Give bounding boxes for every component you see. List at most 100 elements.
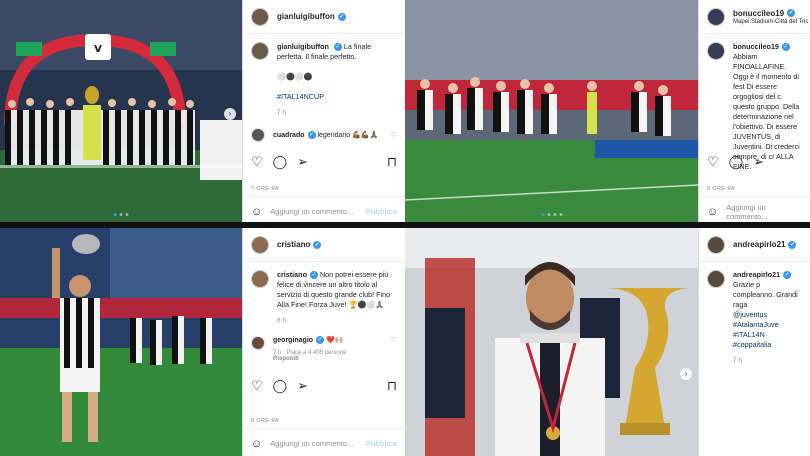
avatar[interactable]: [251, 336, 265, 350]
avatar[interactable]: [251, 235, 269, 254]
username-link[interactable]: andreapirlo21 ✓: [733, 240, 797, 249]
comment-icon[interactable]: ◯: [273, 154, 288, 170]
caption-username[interactable]: bonuccileo19: [733, 42, 779, 51]
post-comments: andreapirlo21 ✓ Grazie p compleanno. Gran…: [699, 262, 810, 366]
caption-username[interactable]: cristiano: [277, 270, 307, 279]
publish-button[interactable]: Pubblica: [366, 439, 397, 448]
like-icon[interactable]: ♡: [251, 154, 263, 170]
comment-icon[interactable]: ◯: [729, 154, 744, 170]
save-icon[interactable]: ⊓: [387, 154, 397, 170]
celebration-illustration: V: [0, 0, 242, 222]
comment-input[interactable]: Aggiungi un commento...: [270, 439, 353, 448]
caption-tags[interactable]: @juventus #AtalantaJuve #ITAL14N #coppai…: [733, 310, 779, 349]
post-header: bonuccileo19 ✓ Mapei Stadium-Città del Tr…: [699, 0, 810, 34]
post-comments: bonuccileo19 ✓ Abbiam FINOALLAFINE. Oggi …: [699, 34, 810, 172]
carousel-dots: [541, 213, 562, 216]
avatar[interactable]: [707, 42, 725, 60]
comment-input[interactable]: Aggiungi un commento...: [270, 207, 353, 216]
comment-row: cuadrado ✓ legendario 💪🏾💪🏾🙏🏾 ♡: [251, 128, 397, 142]
carousel-dots: [113, 213, 129, 216]
verified-icon: ✓: [307, 131, 316, 140]
emoji-icon[interactable]: ☺: [707, 206, 718, 218]
comment-input[interactable]: Aggiungi un commento...: [726, 203, 802, 221]
verified-icon: ✓: [788, 240, 797, 249]
svg-text:V: V: [94, 44, 102, 55]
comment-like-icon[interactable]: ♡: [391, 131, 397, 139]
action-bar: ♡ ◯ ➢: [707, 154, 802, 170]
caption-text: andreapirlo21 ✓ Grazie p compleanno. Gran…: [733, 270, 802, 366]
avatar[interactable]: [251, 42, 269, 60]
post-age: 8 ORE FA: [251, 418, 279, 424]
caption: bonuccileo19 ✓ Abbiam FINOALLAFINE. Oggi …: [707, 42, 802, 172]
verified-icon: ✓: [337, 12, 346, 21]
post-panel-buffon: gianluigibuffon ✓ gianluigibuffon ✓ La fi…: [242, 0, 405, 222]
hashtag-link[interactable]: #ITAL14NCUP: [277, 92, 324, 101]
caption-emoji: ⚪⚫⚪⚫: [277, 72, 313, 81]
add-comment-bar: ☺ Aggiungi un commento... Pubblica: [243, 196, 405, 222]
avatar[interactable]: [251, 270, 269, 288]
comment-row: georginagio ✓ ❤️🙌🏼 7 h Piace a 4.405 pers…: [251, 336, 397, 362]
reply-button[interactable]: Rispondi: [273, 356, 299, 362]
share-icon[interactable]: ➢: [297, 378, 308, 394]
post-header: andreapirlo21 ✓: [699, 228, 810, 262]
post-panel-pirlo: andreapirlo21 ✓ andreapirlo21 ✓ Grazie p c…: [698, 228, 810, 456]
photo-team-celebration[interactable]: V ›: [0, 0, 242, 222]
username-link[interactable]: cristiano ✓: [277, 240, 322, 249]
pirlo-illustration: [405, 228, 698, 456]
photo-ronaldo-trophy[interactable]: [0, 228, 242, 456]
comment-text: legendario 💪🏾💪🏾🙏🏾: [317, 131, 379, 139]
caption-time: 7 h: [277, 109, 287, 116]
running-illustration: [405, 0, 698, 222]
comment-username[interactable]: georginagio: [273, 337, 313, 344]
photo-pirlo-trophy[interactable]: ›: [405, 228, 698, 456]
avatar[interactable]: [251, 7, 269, 26]
caption-text: bonuccileo19 ✓ Abbiam FINOALLAFINE. Oggi …: [733, 42, 802, 172]
action-bar: ♡ ◯ ➢ ⊓: [251, 378, 397, 394]
post-panel-bonucci: bonuccileo19 ✓ Mapei Stadium-Città del Tr…: [698, 0, 810, 222]
verified-icon: ✓: [783, 271, 792, 280]
comment-like-icon[interactable]: ♡: [391, 336, 397, 344]
verified-icon: ✓: [309, 271, 318, 280]
post-header: cristiano ✓: [243, 228, 405, 262]
avatar[interactable]: [707, 7, 725, 26]
post-age: 7 ORE FA: [251, 186, 279, 192]
share-icon[interactable]: ➢: [753, 154, 764, 170]
next-image-arrow[interactable]: ›: [680, 368, 692, 380]
caption-text: gianluigibuffon ✓ La finale perfetta. Il…: [277, 42, 397, 118]
avatar[interactable]: [707, 235, 725, 254]
photo-team-running[interactable]: [405, 0, 698, 222]
verified-icon: ✓: [787, 9, 796, 18]
caption: cristiano ✓ Non potrei essere più felice …: [251, 270, 397, 326]
add-comment-bar: ☺ Aggiungi un commento...: [699, 196, 810, 222]
comment-username[interactable]: cuadrado: [273, 132, 305, 139]
next-image-arrow[interactable]: ›: [224, 108, 236, 120]
avatar[interactable]: [707, 270, 725, 288]
like-icon[interactable]: ♡: [251, 378, 263, 394]
caption-text: cristiano ✓ Non potrei essere più felice …: [277, 270, 397, 326]
like-icon[interactable]: ♡: [707, 154, 719, 170]
comment-icon[interactable]: ◯: [273, 378, 288, 394]
post-comments: gianluigibuffon ✓ La finale perfetta. Il…: [243, 34, 405, 142]
save-icon[interactable]: ⊓: [387, 378, 397, 394]
post-header: gianluigibuffon ✓: [243, 0, 405, 34]
share-icon[interactable]: ➢: [297, 154, 308, 170]
emoji-icon[interactable]: ☺: [251, 206, 262, 218]
post-comments: cristiano ✓ Non potrei essere più felice …: [243, 262, 405, 362]
username-link[interactable]: gianluigibuffon ✓: [277, 12, 346, 21]
verified-icon: ✓: [781, 43, 790, 52]
post-age: 8 ORE FA: [707, 186, 735, 192]
comment-text: ❤️🙌🏼: [326, 337, 344, 344]
username-link[interactable]: bonuccileo19 ✓ Mapei Stadium-Città del Tr…: [733, 9, 808, 25]
collage: V › gianluigibuffon ✓ gianluigibuffon ✓ …: [0, 0, 810, 456]
avatar[interactable]: [251, 128, 265, 142]
caption-username[interactable]: gianluigibuffon: [277, 42, 329, 51]
caption: andreapirlo21 ✓ Grazie p compleanno. Gran…: [707, 270, 802, 366]
add-comment-bar: ☺ Aggiungi un commento... Pubblica: [243, 428, 405, 456]
location-link[interactable]: Mapei Stadium-Città del Tric: [733, 19, 808, 25]
ronaldo-illustration: [0, 228, 242, 456]
publish-button[interactable]: Pubblica: [366, 207, 397, 216]
verified-icon: ✓: [333, 43, 342, 52]
caption-username[interactable]: andreapirlo21: [733, 270, 780, 279]
caption-time: 7 h: [733, 357, 743, 364]
emoji-icon[interactable]: ☺: [251, 438, 262, 450]
